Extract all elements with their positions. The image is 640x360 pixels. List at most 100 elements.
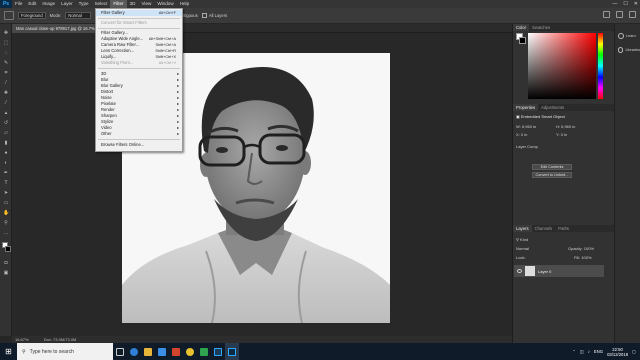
y-value: 0 in — [560, 132, 568, 137]
convert-to-linked-button[interactable]: Convert to Linked... — [532, 172, 572, 178]
menu-filter[interactable]: Filter — [110, 0, 127, 8]
lightroom-icon[interactable] — [211, 343, 225, 360]
move-tool-icon[interactable]: ✥ — [3, 30, 9, 36]
screen-mode-icon[interactable]: ▣ — [3, 270, 9, 276]
tab-channels[interactable]: Channels — [532, 225, 556, 232]
media-app-icon[interactable] — [169, 343, 183, 360]
item-label: Liquify... — [101, 54, 117, 59]
quick-mask-icon[interactable]: ◘ — [3, 260, 9, 266]
color-field[interactable] — [528, 33, 596, 99]
notifications-icon[interactable]: ▢ — [632, 349, 636, 354]
task-view-icon[interactable] — [113, 343, 127, 360]
taskbar-search-input[interactable]: ⚲ Type here to search — [17, 343, 113, 360]
clone-stamp-tool-icon[interactable]: ▴ — [3, 110, 9, 116]
menu-help[interactable]: Help — [177, 0, 192, 8]
item-label: Filter Gallery... — [101, 30, 128, 35]
system-tray: ⌃ ◫ ♪ ENG 22:50 03/12/2018 ▢ — [572, 343, 636, 360]
hand-tool-icon[interactable]: ✋ — [3, 210, 9, 216]
tab-adjustments[interactable]: Adjustments — [538, 104, 567, 111]
libraries-button[interactable]: Libraries — [618, 44, 640, 56]
workspace-icon[interactable] — [616, 11, 623, 18]
gradient-preset-select[interactable]: Foreground — [18, 12, 46, 19]
menu-view[interactable]: View — [138, 0, 154, 8]
file-explorer-icon[interactable] — [141, 343, 155, 360]
visibility-eye-icon[interactable] — [517, 269, 522, 273]
menu-item-filter-gallery-last[interactable]: Filter Gallery Alt+Ctrl+F — [96, 10, 182, 16]
edit-contents-button[interactable]: Edit Contents — [532, 164, 572, 170]
pen-tool-icon[interactable]: ✒ — [3, 170, 9, 176]
y-field[interactable]: Y: 0 in — [556, 132, 567, 137]
app-icon[interactable] — [197, 343, 211, 360]
menu-edit[interactable]: Edit — [25, 0, 39, 8]
menu-type[interactable]: Type — [76, 0, 92, 8]
menu-image[interactable]: Image — [39, 0, 58, 8]
menu-item-vanishing-point[interactable]: Vanishing Point... Alt+Ctrl+V — [96, 60, 182, 66]
crop-tool-icon[interactable]: ⌗ — [3, 70, 9, 76]
search-icon[interactable] — [603, 11, 610, 18]
gradient-tool-icon[interactable]: ▮ — [3, 140, 9, 146]
blend-mode-select[interactable]: Normal — [516, 246, 529, 251]
panel-background-swatch[interactable] — [519, 37, 526, 44]
network-icon[interactable]: ◫ — [580, 349, 584, 354]
photoshop-taskbar-icon[interactable] — [225, 343, 239, 360]
edge-browser-icon[interactable] — [127, 343, 141, 360]
brush-tool-icon[interactable]: ⁄ — [3, 100, 9, 106]
minimize-button[interactable]: — — [612, 1, 617, 7]
tab-color[interactable]: Color — [513, 24, 530, 31]
menu-layer[interactable]: Layer — [58, 0, 76, 8]
marquee-tool-icon[interactable]: ⬚ — [3, 40, 9, 46]
menu-item-convert-smart-filters[interactable]: Convert for Smart Filters — [96, 20, 182, 26]
volume-icon[interactable]: ♪ — [588, 349, 590, 354]
search-placeholder: Type here to search — [29, 348, 74, 355]
store-icon[interactable] — [155, 343, 169, 360]
all-layers-option[interactable]: All Layers — [201, 13, 227, 19]
menu-item-other[interactable]: Other ▸ — [96, 131, 182, 137]
language-indicator[interactable]: ENG — [594, 349, 603, 354]
menu-select[interactable]: Select — [92, 0, 111, 8]
eraser-tool-icon[interactable]: ▱ — [3, 130, 9, 136]
maximize-button[interactable]: ☐ — [623, 1, 627, 7]
zoom-level[interactable]: 16.67% — [15, 337, 29, 342]
type-tool-icon[interactable]: T — [3, 180, 9, 186]
lasso-tool-icon[interactable]: ◌ — [3, 50, 9, 56]
hue-slider[interactable] — [598, 33, 603, 99]
layer-row[interactable]: Layer 0 — [514, 265, 604, 277]
item-label: Camera Raw Filter... — [101, 42, 140, 47]
close-button[interactable]: ✕ — [634, 1, 638, 7]
tab-swatches[interactable]: Swatches — [529, 24, 553, 31]
menu-item-browse-filters-online[interactable]: Browse Filters Online... — [96, 142, 182, 148]
share-icon[interactable] — [629, 11, 636, 18]
history-brush-tool-icon[interactable]: ↺ — [3, 120, 9, 126]
menu-window[interactable]: Window — [154, 0, 176, 8]
layer-name[interactable]: Layer 0 — [538, 269, 551, 274]
height-field[interactable]: H: 6,960 in — [556, 124, 575, 129]
chevron-up-icon[interactable]: ⌃ — [572, 349, 576, 354]
path-select-tool-icon[interactable]: ➤ — [3, 190, 9, 196]
gradient-tool-icon[interactable] — [4, 11, 14, 20]
blur-tool-icon[interactable]: ● — [3, 150, 9, 156]
quick-select-tool-icon[interactable]: ✎ — [3, 60, 9, 66]
zoom-tool-icon[interactable]: ⚲ — [3, 220, 9, 226]
menu-3d[interactable]: 3D — [127, 0, 139, 8]
x-field[interactable]: X: 0 in — [516, 132, 527, 137]
layer-opacity[interactable]: Opacity: 100% — [568, 246, 594, 251]
tab-properties[interactable]: Properties — [513, 104, 539, 111]
layer-kind-filter[interactable]: ⚲ Kind — [516, 237, 528, 242]
eyedropper-tool-icon[interactable]: ⁄ — [3, 80, 9, 86]
tab-paths[interactable]: Paths — [555, 225, 572, 232]
healing-tool-icon[interactable]: ✚ — [3, 90, 9, 96]
tab-layers[interactable]: Layers — [513, 225, 532, 232]
width-field[interactable]: W: 6,960 in — [516, 124, 536, 129]
layer-fill[interactable]: Fill: 100% — [574, 255, 592, 260]
menu-file[interactable]: File — [12, 0, 25, 8]
shape-tool-icon[interactable]: ▭ — [3, 200, 9, 206]
background-color-swatch[interactable] — [5, 246, 11, 252]
chrome-icon[interactable] — [183, 343, 197, 360]
more-tools-icon[interactable]: … — [3, 230, 9, 236]
search-icon: ⚲ — [22, 348, 26, 355]
dodge-tool-icon[interactable]: ◐ — [3, 160, 9, 166]
mode-select[interactable]: Normal — [65, 12, 92, 19]
clock[interactable]: 22:50 03/12/2018 — [607, 347, 628, 357]
learn-button[interactable]: Learn — [618, 30, 640, 42]
start-button[interactable]: ⊞ — [0, 343, 17, 360]
